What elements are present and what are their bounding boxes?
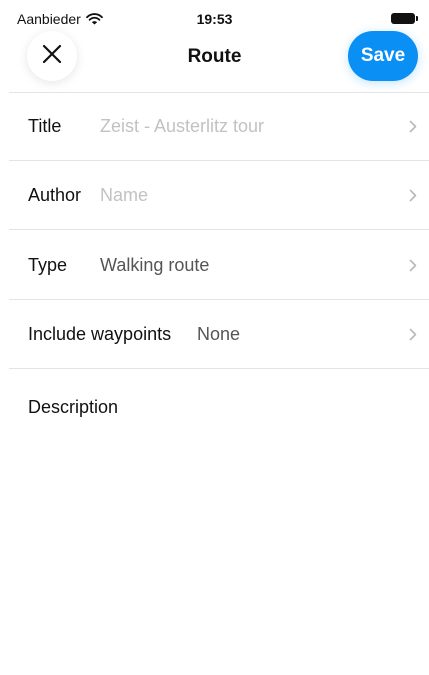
type-label: Type [28,255,68,275]
waypoints-value: None [197,324,241,344]
author-row[interactable]: Author Name [0,161,429,230]
navigation-bar: Route Save [0,30,429,92]
waypoints-label: Include waypoints [28,324,172,344]
author-label: Author [28,185,82,205]
author-value: Name [100,185,149,205]
divider [9,229,429,230]
title-value: Zeist - Austerlitz tour [100,116,265,136]
waypoints-row[interactable]: Include waypoints None [0,300,429,369]
chevron-right-icon [409,120,417,138]
status-bar: Aanbieder 19:53 [0,0,429,34]
status-time: 19:53 [196,11,233,27]
title-label: Title [28,116,62,136]
description-label[interactable]: Description [28,397,118,418]
type-value: Walking route [100,255,210,275]
type-row[interactable]: Type Walking route [0,231,429,300]
chevron-right-icon [409,259,417,277]
save-button[interactable]: Save [348,31,418,81]
divider [9,368,429,369]
chevron-right-icon [409,189,417,207]
title-row[interactable]: Title Zeist - Austerlitz tour [0,92,429,161]
chevron-right-icon [409,328,417,346]
battery-icon [391,13,418,24]
